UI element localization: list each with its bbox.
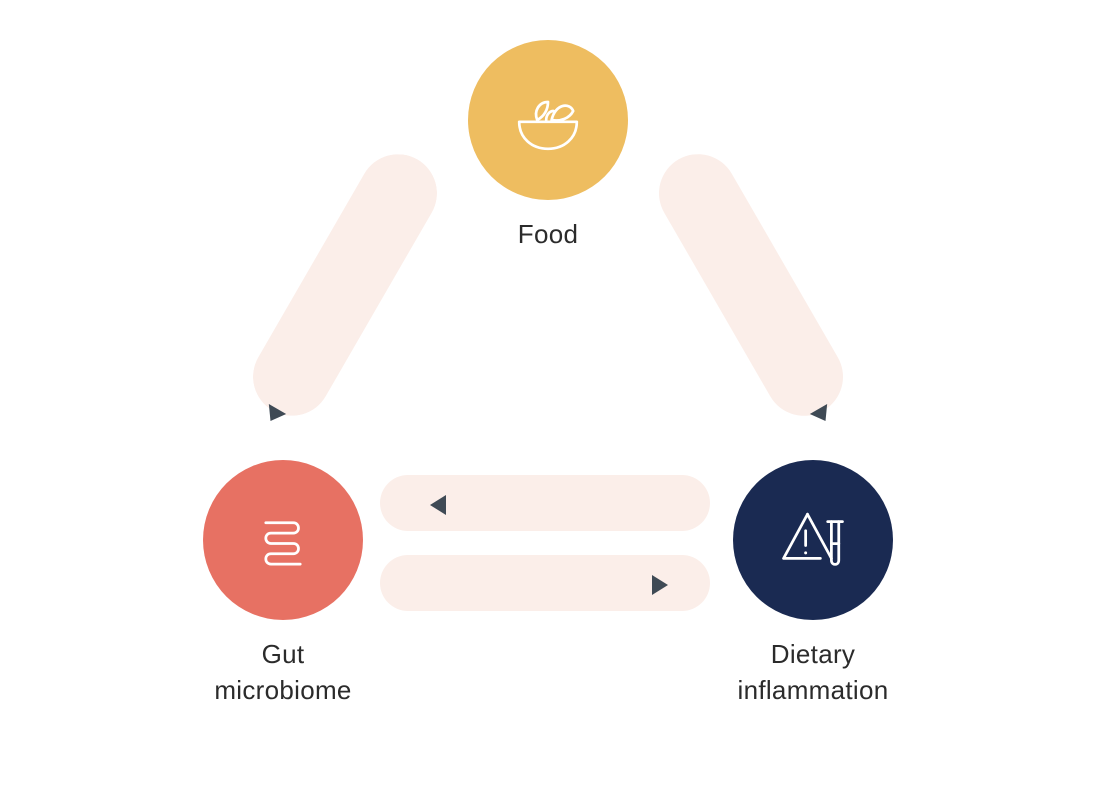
inflammation-circle xyxy=(733,460,893,620)
node-food: Food xyxy=(468,40,628,252)
inflammation-label-line1: Dietary xyxy=(771,639,855,669)
bowl-icon xyxy=(503,75,593,165)
edge-food-to-gut xyxy=(239,140,452,430)
node-inflammation: Dietary inflammation xyxy=(713,460,913,709)
inflammation-label: Dietary inflammation xyxy=(713,636,913,709)
inflammation-label-line2: inflammation xyxy=(738,675,889,705)
gut-circle xyxy=(203,460,363,620)
gut-label: Gut microbiome xyxy=(183,636,383,709)
diagram-stage: Food Gut microbiome xyxy=(0,0,1096,794)
food-circle xyxy=(468,40,628,200)
gut-label-line1: Gut xyxy=(262,639,305,669)
food-label: Food xyxy=(468,216,628,252)
gut-label-line2: microbiome xyxy=(214,675,351,705)
arrowhead-icon xyxy=(430,495,446,515)
intestine-icon xyxy=(240,497,326,583)
arrowhead-icon xyxy=(652,575,668,595)
node-gut: Gut microbiome xyxy=(183,460,383,709)
warning-tube-icon xyxy=(767,494,859,586)
edge-food-to-inflammation xyxy=(645,140,858,430)
